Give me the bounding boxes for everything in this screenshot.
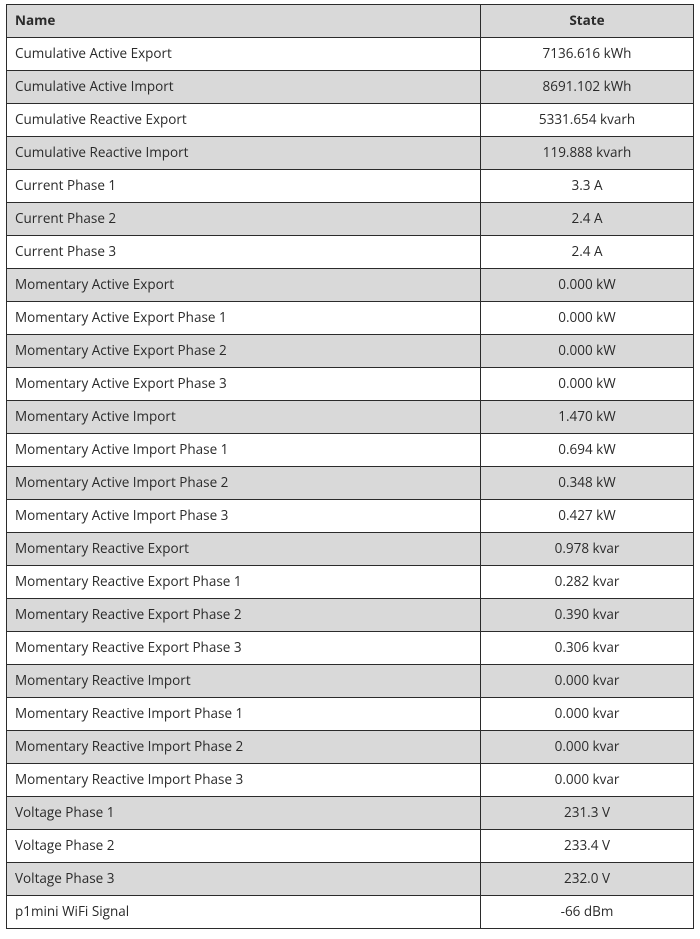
sensor-state: 3.3 A bbox=[481, 170, 694, 203]
table-row: Cumulative Active Export7136.616 kWh bbox=[7, 38, 694, 71]
sensor-name: Voltage Phase 1 bbox=[7, 797, 481, 830]
sensor-state: 0.306 kvar bbox=[481, 632, 694, 665]
sensor-name: Cumulative Reactive Export bbox=[7, 104, 481, 137]
table-row: Momentary Reactive Import0.000 kvar bbox=[7, 665, 694, 698]
sensor-state: 0.000 kvar bbox=[481, 698, 694, 731]
sensor-name: Voltage Phase 2 bbox=[7, 830, 481, 863]
sensor-name: Momentary Reactive Export bbox=[7, 533, 481, 566]
sensor-name: Cumulative Reactive Import bbox=[7, 137, 481, 170]
table-row: Current Phase 32.4 A bbox=[7, 236, 694, 269]
sensor-name: Momentary Reactive Import Phase 3 bbox=[7, 764, 481, 797]
sensor-state: 232.0 V bbox=[481, 863, 694, 896]
sensor-name: Cumulative Active Import bbox=[7, 71, 481, 104]
sensor-state: 5331.654 kvarh bbox=[481, 104, 694, 137]
table-header-row: Name State bbox=[7, 5, 694, 38]
sensor-name: Momentary Reactive Import Phase 1 bbox=[7, 698, 481, 731]
sensor-state: 2.4 A bbox=[481, 236, 694, 269]
sensor-name: Cumulative Active Export bbox=[7, 38, 481, 71]
sensor-state: -66 dBm bbox=[481, 896, 694, 929]
sensor-name: Momentary Reactive Export Phase 1 bbox=[7, 566, 481, 599]
table-row: Cumulative Reactive Import119.888 kvarh bbox=[7, 137, 694, 170]
sensor-state: 0.978 kvar bbox=[481, 533, 694, 566]
table-row: Current Phase 13.3 A bbox=[7, 170, 694, 203]
sensor-name: Current Phase 2 bbox=[7, 203, 481, 236]
table-row: Momentary Active Export Phase 10.000 kW bbox=[7, 302, 694, 335]
sensor-state: 0.000 kW bbox=[481, 302, 694, 335]
table-row: Voltage Phase 1231.3 V bbox=[7, 797, 694, 830]
table-row: Momentary Reactive Export0.978 kvar bbox=[7, 533, 694, 566]
table-row: Voltage Phase 3232.0 V bbox=[7, 863, 694, 896]
table-row: Momentary Reactive Export Phase 20.390 k… bbox=[7, 599, 694, 632]
sensor-state: 8691.102 kWh bbox=[481, 71, 694, 104]
sensor-name: Momentary Active Import Phase 3 bbox=[7, 500, 481, 533]
sensor-name: Momentary Reactive Export Phase 2 bbox=[7, 599, 481, 632]
sensor-state: 0.694 kW bbox=[481, 434, 694, 467]
table-row: Momentary Reactive Import Phase 10.000 k… bbox=[7, 698, 694, 731]
sensor-name: Momentary Active Import Phase 2 bbox=[7, 467, 481, 500]
sensor-name: Momentary Active Import Phase 1 bbox=[7, 434, 481, 467]
table-row: Momentary Active Export Phase 20.000 kW bbox=[7, 335, 694, 368]
sensor-name: Voltage Phase 3 bbox=[7, 863, 481, 896]
sensor-state: 0.000 kvar bbox=[481, 731, 694, 764]
column-header-name: Name bbox=[7, 5, 481, 38]
sensor-name: Momentary Active Export Phase 1 bbox=[7, 302, 481, 335]
table-row: Momentary Reactive Import Phase 20.000 k… bbox=[7, 731, 694, 764]
sensor-state: 7136.616 kWh bbox=[481, 38, 694, 71]
table-row: Momentary Reactive Import Phase 30.000 k… bbox=[7, 764, 694, 797]
table-row: Momentary Reactive Export Phase 10.282 k… bbox=[7, 566, 694, 599]
table-row: Voltage Phase 2233.4 V bbox=[7, 830, 694, 863]
sensor-state: 233.4 V bbox=[481, 830, 694, 863]
sensor-state: 231.3 V bbox=[481, 797, 694, 830]
sensor-name: p1mini WiFi Signal bbox=[7, 896, 481, 929]
sensor-name: Momentary Reactive Import bbox=[7, 665, 481, 698]
sensor-state: 0.000 kvar bbox=[481, 665, 694, 698]
sensor-state: 0.348 kW bbox=[481, 467, 694, 500]
sensor-state: 1.470 kW bbox=[481, 401, 694, 434]
column-header-state: State bbox=[481, 5, 694, 38]
sensor-state: 0.427 kW bbox=[481, 500, 694, 533]
table-row: Momentary Active Import Phase 20.348 kW bbox=[7, 467, 694, 500]
sensor-name: Current Phase 3 bbox=[7, 236, 481, 269]
table-row: Current Phase 22.4 A bbox=[7, 203, 694, 236]
table-row: Momentary Active Import Phase 10.694 kW bbox=[7, 434, 694, 467]
table-body: Cumulative Active Export7136.616 kWhCumu… bbox=[7, 38, 694, 929]
table-row: Momentary Active Import1.470 kW bbox=[7, 401, 694, 434]
table-row: Cumulative Reactive Export5331.654 kvarh bbox=[7, 104, 694, 137]
sensor-name: Momentary Active Export Phase 2 bbox=[7, 335, 481, 368]
sensor-state: 0.390 kvar bbox=[481, 599, 694, 632]
sensor-name: Current Phase 1 bbox=[7, 170, 481, 203]
table-row: p1mini WiFi Signal-66 dBm bbox=[7, 896, 694, 929]
table-row: Momentary Active Import Phase 30.427 kW bbox=[7, 500, 694, 533]
sensor-name: Momentary Active Export Phase 3 bbox=[7, 368, 481, 401]
sensor-state: 0.000 kvar bbox=[481, 764, 694, 797]
table-row: Cumulative Active Import8691.102 kWh bbox=[7, 71, 694, 104]
sensor-name: Momentary Reactive Export Phase 3 bbox=[7, 632, 481, 665]
sensor-table: Name State Cumulative Active Export7136.… bbox=[6, 4, 694, 929]
table-row: Momentary Reactive Export Phase 30.306 k… bbox=[7, 632, 694, 665]
table-row: Momentary Active Export Phase 30.000 kW bbox=[7, 368, 694, 401]
sensor-name: Momentary Reactive Import Phase 2 bbox=[7, 731, 481, 764]
sensor-state: 2.4 A bbox=[481, 203, 694, 236]
sensor-table-container: Name State Cumulative Active Export7136.… bbox=[0, 0, 700, 939]
sensor-state: 0.282 kvar bbox=[481, 566, 694, 599]
sensor-state: 119.888 kvarh bbox=[481, 137, 694, 170]
sensor-state: 0.000 kW bbox=[481, 269, 694, 302]
sensor-name: Momentary Active Import bbox=[7, 401, 481, 434]
sensor-state: 0.000 kW bbox=[481, 368, 694, 401]
sensor-name: Momentary Active Export bbox=[7, 269, 481, 302]
table-row: Momentary Active Export0.000 kW bbox=[7, 269, 694, 302]
sensor-state: 0.000 kW bbox=[481, 335, 694, 368]
